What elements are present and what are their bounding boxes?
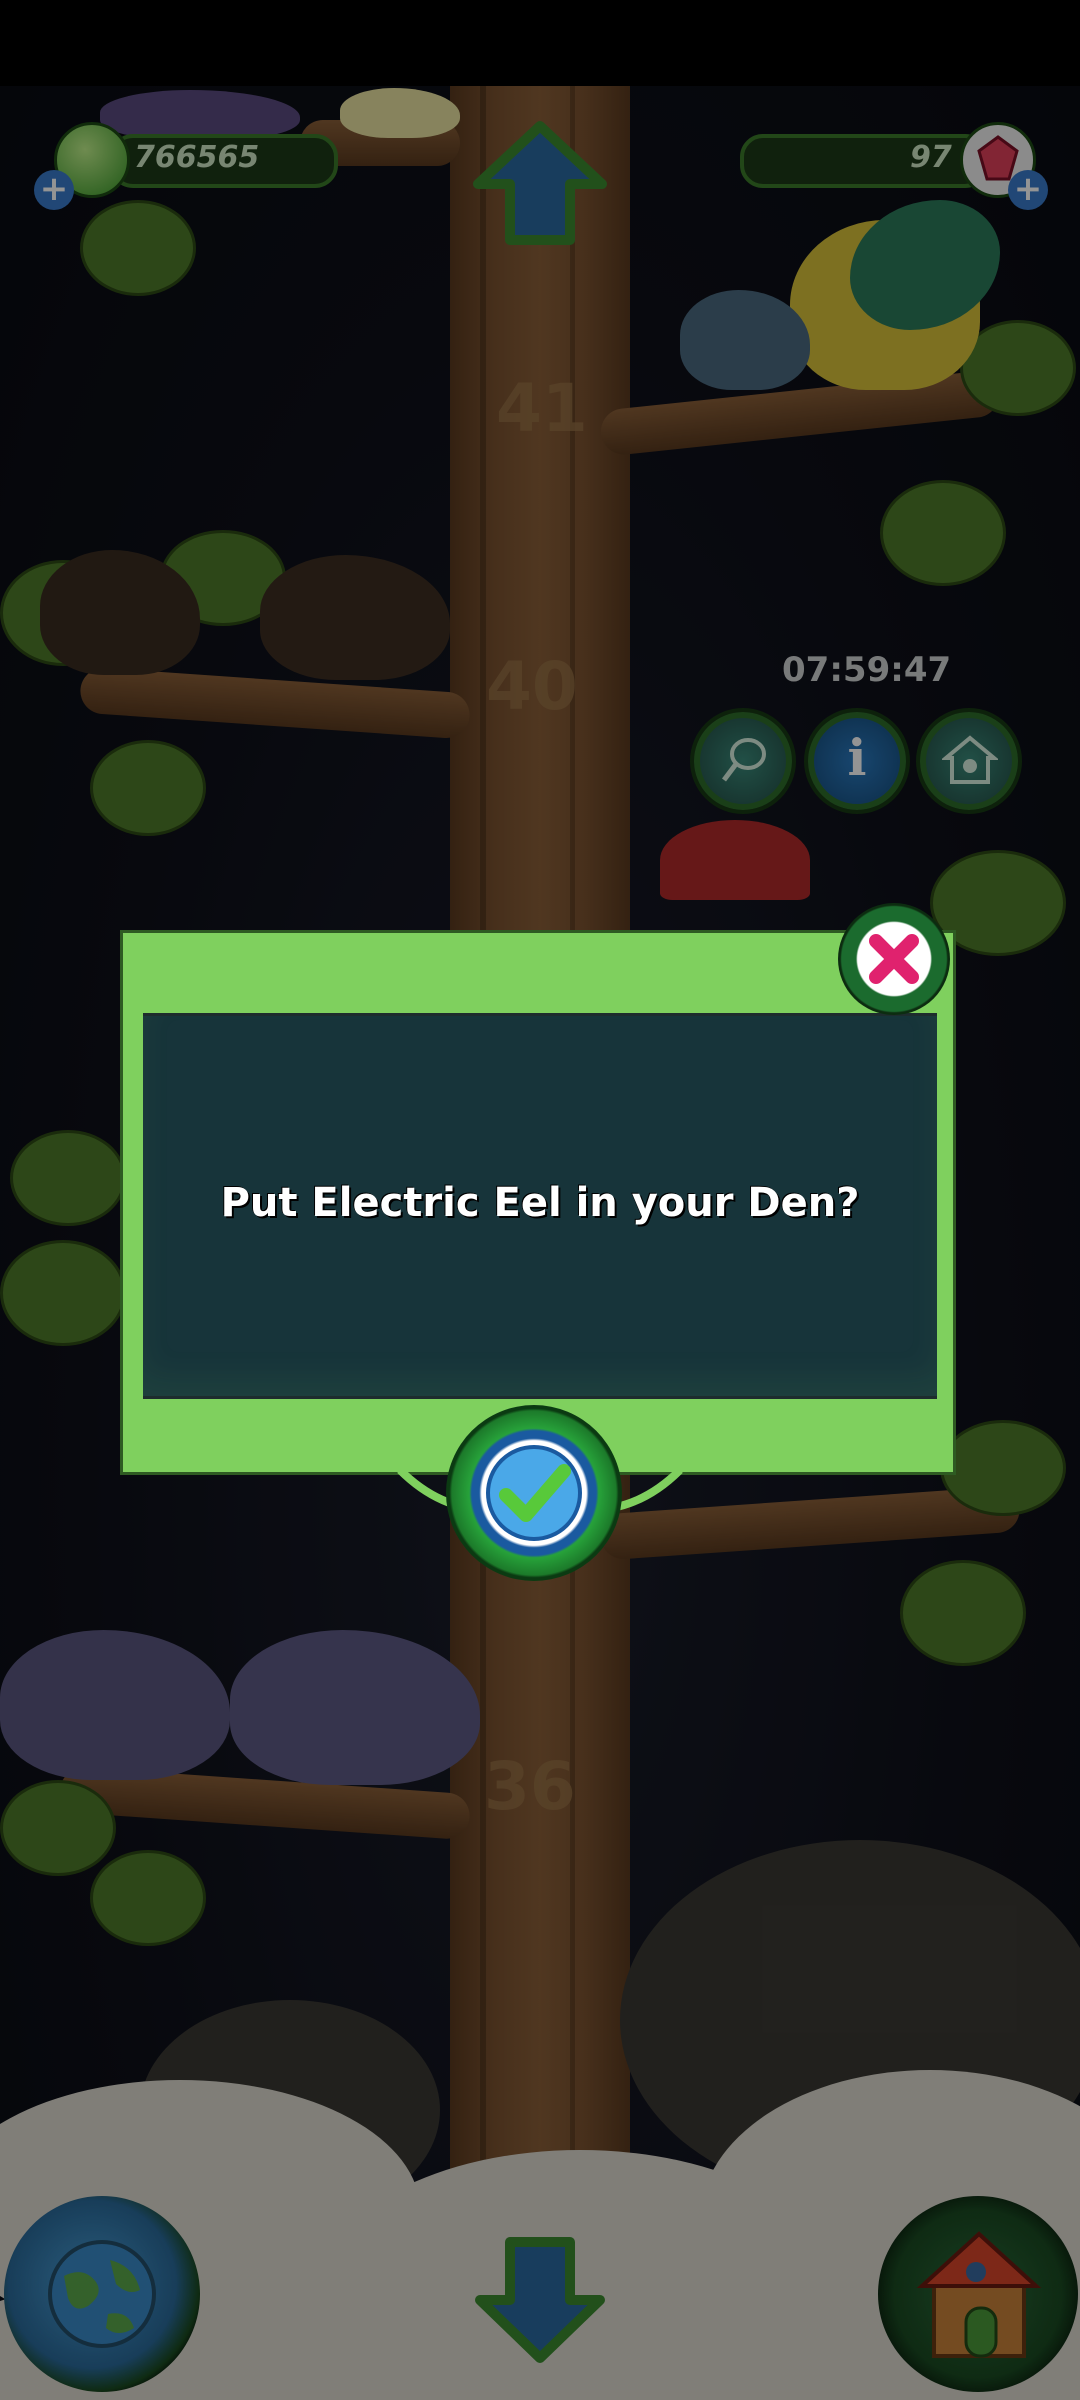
close-icon (869, 934, 919, 984)
game-screen: 41 40 36 766565 + 97 + 07:59:47 i Put El… (0, 0, 1080, 2400)
dialog-message: Put Electric Eel in your Den? (220, 1180, 860, 1226)
close-button[interactable] (838, 903, 950, 1015)
status-bar (0, 0, 1080, 86)
confirm-button[interactable] (446, 1405, 622, 1581)
checkmark-icon (486, 1445, 582, 1541)
